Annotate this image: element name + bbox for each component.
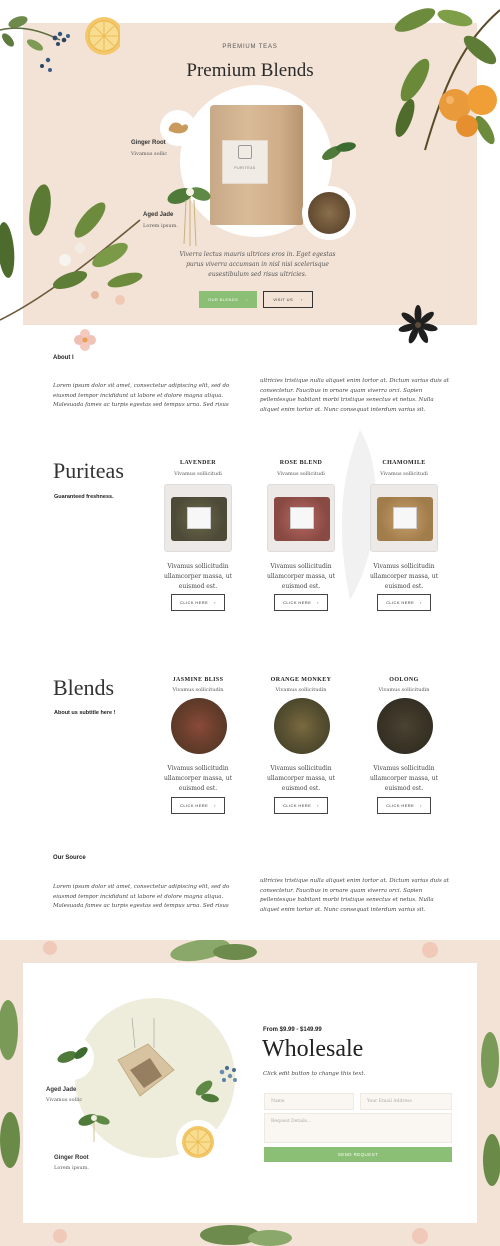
product-name: OOLONG: [389, 677, 419, 683]
hero-title: Premium Blends: [186, 60, 314, 81]
product-subtitle: Vivamus sollicitudin: [378, 687, 430, 693]
orange-monkey-image: [274, 698, 330, 754]
hero-description: Viverra lectus mauris ultrices eros in. …: [179, 251, 336, 278]
lemon-slice-icon: [182, 1126, 214, 1158]
tea-bag-hanging-illustration: [117, 1018, 175, 1097]
product-subtitle: Vivamus sollicitudi: [277, 471, 325, 477]
source-text-col2: ultricies tristique nulla aliquet enim t…: [260, 878, 450, 913]
wholesale-title: Wholesale: [262, 1036, 364, 1062]
chevron-right-icon: ›: [420, 600, 422, 605]
request-details-field[interactable]: Request Details...: [264, 1113, 452, 1143]
logo-icon: [238, 145, 252, 159]
source-label: Our Source: [53, 855, 86, 861]
blends-subtitle: About us subtitle here !: [54, 710, 116, 716]
product-description: Vivamus sollicitudin ullamcorper massa, …: [369, 765, 439, 792]
ginger-root-icon: [168, 122, 189, 134]
chevron-right-icon: ›: [214, 803, 216, 808]
lavender-pouch-image: [164, 484, 232, 552]
ingredient-ginger-sub: Vivamus sollic: [131, 151, 168, 157]
click-here-button[interactable]: CLICK HERE ›: [171, 594, 225, 611]
product-subtitle: Vivamus sollicitudin: [275, 687, 327, 693]
chevron-right-icon: ›: [317, 803, 319, 808]
chamomile-pouch-image: [370, 484, 438, 552]
product-subtitle: Vivamus sollicitudin: [172, 687, 224, 693]
click-here-button[interactable]: CLICK HERE ›: [274, 797, 328, 814]
product-description: Vivamus sollicitudin ullamcorper massa, …: [266, 563, 336, 590]
product-subtitle: Vivamus sollicitudi: [174, 471, 222, 477]
product-name: JASMINE BLISS: [172, 677, 224, 683]
product-name: CHAMOMILE: [382, 460, 426, 466]
star-anise-icon: [398, 305, 438, 344]
visit-us-label: VISIT US: [273, 297, 294, 302]
product-subtitle: Vivamus sollicitudi: [380, 471, 428, 477]
visit-us-button[interactable]: VISIT US ›: [263, 291, 313, 308]
about-text-col1: Lorem ipsum dolor sit amet, consectetur …: [53, 383, 230, 408]
wholesale-text: Click edit button to change this text.: [263, 1071, 366, 1077]
wholesale-ginger-name: Ginger Root: [54, 1155, 89, 1161]
our-blends-label: OUR BLENDS: [208, 297, 239, 302]
oolong-image: [377, 698, 433, 754]
jasmine-bliss-image: [171, 698, 227, 754]
email-field[interactable]: Your Email Address: [360, 1093, 452, 1110]
click-here-label: CLICK HERE: [180, 600, 209, 605]
product-description: Vivamus sollicitudin ullamcorper massa, …: [266, 765, 336, 792]
about-text-col2: ultricies tristique nulla aliquet enim t…: [260, 378, 450, 413]
our-blends-button[interactable]: OUR BLENDS ›: [199, 291, 257, 308]
click-here-button[interactable]: CLICK HERE ›: [171, 797, 225, 814]
leaf-icon: [57, 1047, 88, 1063]
loose-tea-image: [308, 192, 350, 234]
blends-title: Blends: [53, 675, 115, 700]
chevron-right-icon: ›: [317, 600, 319, 605]
blue-berry-sprig-illustration: [195, 1065, 237, 1103]
send-request-button[interactable]: SEND REQUEST: [264, 1147, 452, 1162]
wholesale-jade-sub: Vivamus sollic: [46, 1097, 83, 1103]
flowering-branch-illustration: [0, 184, 143, 351]
wholesale-jade-name: Aged Jade: [46, 1087, 77, 1093]
click-here-label: CLICK HERE: [283, 803, 312, 808]
chevron-right-icon: ›: [301, 297, 303, 302]
click-here-label: CLICK HERE: [283, 600, 312, 605]
puriteas-subtitle: Guaranteed freshness.: [54, 494, 114, 500]
click-here-label: CLICK HERE: [386, 803, 415, 808]
chevron-right-icon: ›: [420, 803, 422, 808]
jade-sprig-illustration: [78, 1114, 110, 1142]
hero-eyebrow: PREMIUM TEAS: [222, 44, 278, 50]
click-here-button[interactable]: CLICK HERE ›: [377, 594, 431, 611]
chevron-right-icon: ›: [214, 600, 216, 605]
ingredient-jade-sub: Lorem ipsum.: [143, 223, 178, 229]
ingredient-ginger-name: Ginger Root: [131, 140, 166, 146]
rose-blend-pouch-image: [267, 484, 335, 552]
wholesale-ginger-sub: Lorem ipsum.: [54, 1165, 89, 1171]
about-label: About l: [53, 355, 74, 361]
source-text-col1: Lorem ipsum dolor sit amet, consectetur …: [53, 884, 230, 909]
click-here-button[interactable]: CLICK HERE ›: [274, 594, 328, 611]
product-description: Vivamus sollicitudin ullamcorper massa, …: [369, 563, 439, 590]
tea-bag-brand: PURITEAS: [234, 166, 256, 170]
product-description: Vivamus sollicitudin ullamcorper massa, …: [163, 765, 233, 792]
chevron-right-icon: ›: [246, 297, 248, 302]
product-name: ORANGE MONKEY: [270, 677, 332, 683]
product-name: LAVENDER: [179, 460, 217, 466]
wholesale-price: From $9.99 - $149.99: [263, 1027, 322, 1033]
click-here-label: CLICK HERE: [386, 600, 415, 605]
leaf-icon: [322, 142, 356, 160]
puriteas-title: Puriteas: [53, 458, 124, 483]
product-description: Vivamus sollicitudin ullamcorper massa, …: [163, 563, 233, 590]
click-here-button[interactable]: CLICK HERE ›: [377, 797, 431, 814]
click-here-label: CLICK HERE: [180, 803, 209, 808]
name-field[interactable]: Name: [264, 1093, 354, 1110]
product-name: ROSE BLEND: [279, 460, 323, 466]
ingredient-jade-name: Aged Jade: [143, 212, 174, 218]
